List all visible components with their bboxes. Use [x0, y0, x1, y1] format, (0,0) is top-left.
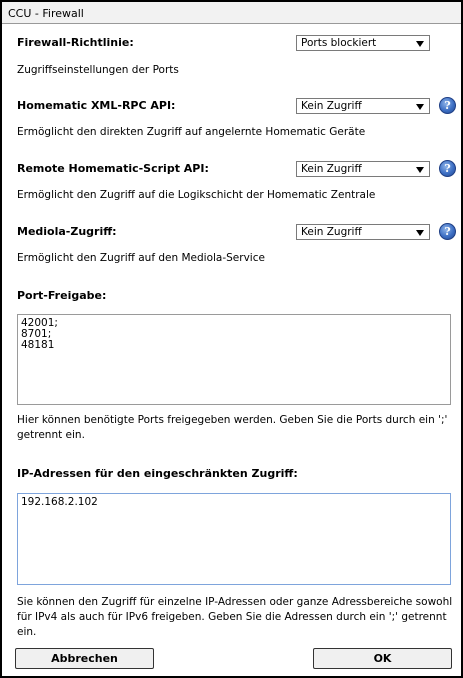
title-bar[interactable]: CCU - Firewall: [2, 2, 461, 24]
firewall-policy-label: Firewall-Richtlinie:: [17, 36, 134, 49]
chevron-down-icon: [416, 41, 424, 47]
help-icon[interactable]: ?: [439, 223, 456, 240]
ok-button[interactable]: OK: [313, 648, 452, 669]
firewall-policy-description: Zugriffseinstellungen der Ports: [17, 64, 179, 76]
xmlrpc-api-select[interactable]: Kein Zugriff: [296, 98, 430, 114]
help-icon[interactable]: ?: [439, 97, 456, 114]
xmlrpc-api-description: Ermöglicht den direkten Zugriff auf ange…: [17, 126, 366, 138]
firewall-policy-value: Ports blockiert: [301, 37, 377, 49]
ip-address-textarea[interactable]: 192.168.2.102: [17, 493, 451, 585]
port-release-description: Hier können benötigte Ports freigegeben …: [17, 414, 448, 441]
window-title: CCU - Firewall: [8, 7, 84, 20]
chevron-down-icon: [416, 167, 424, 173]
mediola-description: Ermöglicht den Zugriff auf den Mediola-S…: [17, 252, 265, 264]
mediola-label: Mediola-Zugriff:: [17, 225, 117, 238]
firewall-policy-select[interactable]: Ports blockiert: [296, 35, 430, 51]
script-api-value: Kein Zugriff: [301, 163, 362, 175]
help-icon[interactable]: ?: [439, 160, 456, 177]
ip-restriction-label: IP-Adressen für den eingeschränkten Zugr…: [17, 467, 298, 480]
ip-restriction-description: Sie können den Zugriff für einzelne IP-A…: [17, 596, 453, 638]
port-release-label: Port-Freigabe:: [17, 289, 107, 302]
firewall-dialog: CCU - Firewall Firewall-Richtlinie: Port…: [0, 0, 463, 678]
xmlrpc-api-value: Kein Zugriff: [301, 100, 362, 112]
xmlrpc-api-label: Homematic XML-RPC API:: [17, 99, 176, 112]
cancel-button[interactable]: Abbrechen: [15, 648, 154, 669]
mediola-value: Kein Zugriff: [301, 226, 362, 238]
chevron-down-icon: [416, 104, 424, 110]
mediola-select[interactable]: Kein Zugriff: [296, 224, 430, 240]
script-api-label: Remote Homematic-Script API:: [17, 162, 209, 175]
port-release-textarea[interactable]: 42001; 8701; 48181: [17, 314, 451, 405]
script-api-select[interactable]: Kein Zugriff: [296, 161, 430, 177]
chevron-down-icon: [416, 230, 424, 236]
script-api-description: Ermöglicht den Zugriff auf die Logikschi…: [17, 189, 376, 201]
